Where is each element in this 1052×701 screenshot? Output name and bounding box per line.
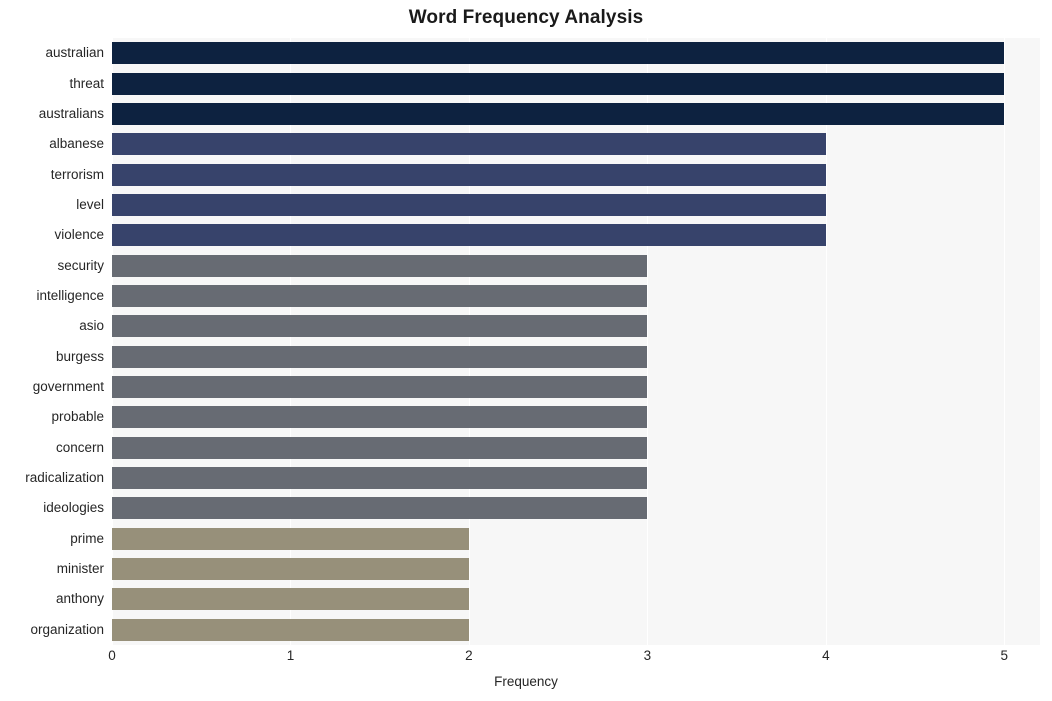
bar-minister[interactable] xyxy=(112,558,469,581)
bar-level[interactable] xyxy=(112,193,826,216)
bar-row xyxy=(112,467,1040,490)
bar-row xyxy=(112,558,1040,581)
bar-row xyxy=(112,406,1040,429)
bar-intelligence[interactable] xyxy=(112,284,648,307)
y-tick-label-minister: minister xyxy=(56,561,104,577)
bar-australians[interactable] xyxy=(112,102,1005,125)
y-tick-label-government: government xyxy=(32,379,104,395)
chart-title: Word Frequency Analysis xyxy=(408,7,644,28)
bar-row xyxy=(112,588,1040,611)
bar-prime[interactable] xyxy=(112,527,469,550)
y-tick-label-terrorism: terrorism xyxy=(50,166,104,182)
bar-government[interactable] xyxy=(112,376,648,399)
y-tick-label-asio: asio xyxy=(79,318,104,334)
y-tick-label-albanese: albanese xyxy=(49,136,104,152)
bar-row xyxy=(112,315,1040,338)
y-tick-label-probable: probable xyxy=(51,409,104,425)
bar-concern[interactable] xyxy=(112,436,648,459)
bar-row xyxy=(112,376,1040,399)
bar-row xyxy=(112,163,1040,186)
bar-row xyxy=(112,254,1040,277)
x-tick-label-1: 1 xyxy=(286,648,295,663)
y-tick-label-radicalization: radicalization xyxy=(25,470,104,486)
bar-albanese[interactable] xyxy=(112,133,826,156)
bar-organization[interactable] xyxy=(112,618,469,641)
y-tick-label-prime: prime xyxy=(70,530,104,546)
bar-asio[interactable] xyxy=(112,315,648,338)
bar-row xyxy=(112,102,1040,125)
bar-row xyxy=(112,133,1040,156)
bar-australian[interactable] xyxy=(112,42,1005,65)
bar-row xyxy=(112,284,1040,307)
y-tick-label-organization: organization xyxy=(30,621,104,637)
bar-row xyxy=(112,436,1040,459)
bars-container xyxy=(112,38,1040,645)
x-tick-label-3: 3 xyxy=(643,648,652,663)
y-tick-label-burgess: burgess xyxy=(55,348,104,364)
bar-row xyxy=(112,224,1040,247)
bar-row xyxy=(112,345,1040,368)
bar-security[interactable] xyxy=(112,254,648,277)
y-tick-label-concern: concern xyxy=(55,439,104,455)
x-tick-label-5: 5 xyxy=(1000,648,1009,663)
bar-terrorism[interactable] xyxy=(112,163,826,186)
y-tick-label-australian: australian xyxy=(45,45,104,61)
y-tick-label-anthony: anthony xyxy=(55,591,104,607)
bar-radicalization[interactable] xyxy=(112,467,648,490)
bar-violence[interactable] xyxy=(112,224,826,247)
y-tick-label-violence: violence xyxy=(54,227,104,243)
x-axis-tick-labels: 0 1 2 3 4 5 xyxy=(0,648,1052,670)
y-tick-label-threat: threat xyxy=(69,75,104,91)
plot-area xyxy=(112,38,1040,645)
bar-row xyxy=(112,193,1040,216)
bar-threat[interactable] xyxy=(112,72,1005,95)
bar-row xyxy=(112,497,1040,520)
bar-anthony[interactable] xyxy=(112,588,469,611)
y-tick-label-security: security xyxy=(57,257,104,273)
bar-row xyxy=(112,72,1040,95)
bar-burgess[interactable] xyxy=(112,345,648,368)
y-tick-label-ideologies: ideologies xyxy=(43,500,104,516)
bar-row xyxy=(112,527,1040,550)
y-axis-tick-labels: australian threat australians albanese terro… xyxy=(0,38,104,645)
bar-row xyxy=(112,42,1040,65)
x-tick-label-2: 2 xyxy=(465,648,473,663)
bar-row xyxy=(112,618,1040,641)
bar-ideologies[interactable] xyxy=(112,497,648,520)
bar-probable[interactable] xyxy=(112,406,648,429)
x-tick-label-0: 0 xyxy=(108,648,116,663)
y-tick-label-level: level xyxy=(76,196,104,212)
x-axis-title: Frequency xyxy=(494,674,558,689)
y-tick-label-australians: australians xyxy=(38,105,104,121)
word-frequency-chart: Word Frequency Analysis australian threat… xyxy=(0,0,1052,701)
x-tick-label-4: 4 xyxy=(822,648,830,663)
y-tick-label-intelligence: intelligence xyxy=(36,287,104,303)
